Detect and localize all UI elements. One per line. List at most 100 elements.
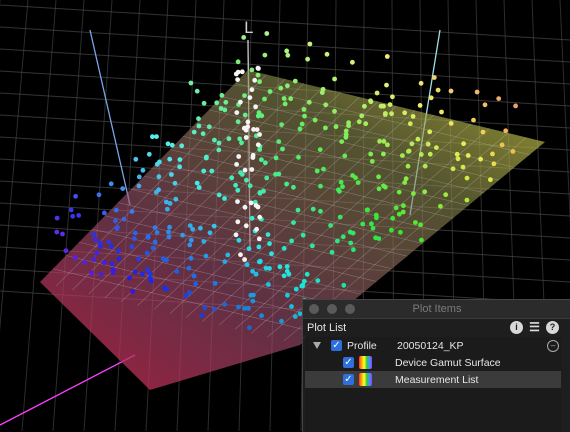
measurement-point <box>264 175 270 181</box>
measurement-point <box>359 113 365 119</box>
measurement-point <box>102 210 107 216</box>
sliders-icon[interactable]: ☰ <box>528 321 541 334</box>
measurement-point <box>402 110 408 116</box>
measurement-point <box>285 292 290 298</box>
measurement-point <box>249 67 255 73</box>
measurement-point <box>387 102 393 107</box>
plot-items-panel: Plot Items Plot List i ☰ ? ✓ Profile 200… <box>302 299 570 432</box>
measurement-point <box>310 243 315 249</box>
measurement-point <box>289 238 294 244</box>
measurement-point <box>318 208 323 214</box>
disclosure-triangle-icon[interactable] <box>313 342 321 349</box>
panel-titlebar[interactable]: Plot Items <box>303 300 570 319</box>
measurement-point <box>448 88 454 94</box>
measurement-point <box>304 271 310 277</box>
plot-list-label: Plot List <box>307 322 347 334</box>
measurement-point <box>364 207 370 213</box>
measurement-point <box>163 199 169 205</box>
measurement-point <box>465 153 471 158</box>
measurement-point <box>70 213 76 219</box>
measurement-point <box>219 93 225 98</box>
measurement-point <box>236 304 242 310</box>
measurement-point <box>355 180 361 186</box>
measurement-point <box>460 164 466 170</box>
measurement-point <box>154 134 159 140</box>
measurement-point <box>201 239 207 244</box>
measurement-point <box>413 220 418 225</box>
measurement-point <box>256 236 262 242</box>
measurement-point <box>150 245 156 251</box>
gamut-surface-checkbox[interactable]: ✓ <box>343 357 354 368</box>
measurement-point <box>242 167 248 173</box>
measurement-point <box>113 218 118 224</box>
measurement-point <box>384 54 390 59</box>
measurement-point <box>285 52 291 58</box>
measurement-checkbox[interactable]: ✓ <box>343 374 354 385</box>
measurement-point <box>242 204 248 210</box>
measurement-point <box>378 103 384 109</box>
measurement-point <box>116 248 121 254</box>
measurement-point <box>310 206 316 212</box>
measurement-point <box>222 107 228 113</box>
measurement-point <box>196 116 201 122</box>
measurement-point <box>250 152 256 158</box>
measurement-point <box>431 75 437 80</box>
measurement-point <box>439 109 444 115</box>
measurement-point <box>91 232 97 238</box>
measurement-point <box>259 157 264 163</box>
scrollbar[interactable] <box>561 337 570 432</box>
measurement-point <box>180 232 186 238</box>
measurement-point <box>256 66 261 71</box>
measurement-point <box>401 203 406 209</box>
list-row-profile[interactable]: ✓ Profile 20050124_KP – <box>305 337 561 354</box>
measurement-point <box>235 119 241 125</box>
measurement-point <box>415 136 421 142</box>
measurement-point <box>234 110 240 115</box>
measurement-point <box>346 120 351 126</box>
measurement-point <box>427 151 433 157</box>
list-row-measurement-list[interactable]: ✓ Measurement List <box>305 371 561 388</box>
measurement-point <box>450 166 456 172</box>
measurement-point <box>106 239 112 245</box>
measurement-point <box>173 196 179 202</box>
measurement-point <box>222 302 228 307</box>
measurement-point <box>233 232 239 238</box>
measurement-point <box>235 59 241 65</box>
measurement-point <box>165 141 171 147</box>
measurement-point <box>153 189 159 195</box>
measurement-point <box>242 112 248 118</box>
measurement-point <box>410 114 416 119</box>
measurement-point <box>306 99 312 105</box>
l-axis-label: L <box>244 18 253 37</box>
measurement-point <box>370 225 376 231</box>
list-row-device-gamut-surface[interactable]: ✓ Device Gamut Surface <box>305 354 561 371</box>
help-icon[interactable]: ? <box>546 321 559 334</box>
measurement-point <box>191 129 197 135</box>
measurement-point <box>417 103 423 108</box>
measurement-point <box>152 239 158 245</box>
measurement-point <box>296 154 301 160</box>
measurement-point <box>318 183 323 189</box>
measurement-point <box>324 51 330 57</box>
measurement-point <box>297 126 303 132</box>
measurement-point <box>222 196 227 201</box>
measurement-point <box>193 281 199 287</box>
measurement-point <box>376 174 381 180</box>
measurement-point <box>202 305 208 311</box>
measurement-point <box>307 41 313 47</box>
measurement-point <box>238 99 243 105</box>
measurement-point <box>279 318 284 324</box>
profile-checkbox[interactable]: ✓ <box>331 340 342 351</box>
measurement-point <box>315 278 321 283</box>
measurement-point <box>333 124 339 130</box>
measurement-point <box>337 188 342 194</box>
remove-icon[interactable]: – <box>547 340 559 352</box>
measurement-point <box>194 88 200 94</box>
measurement-point <box>338 179 344 185</box>
measurement-point <box>157 159 162 165</box>
measurement-point <box>254 127 260 132</box>
measurement-point <box>455 156 461 162</box>
measurement-point <box>191 273 197 279</box>
measurement-point <box>169 142 175 148</box>
info-icon[interactable]: i <box>510 321 523 334</box>
